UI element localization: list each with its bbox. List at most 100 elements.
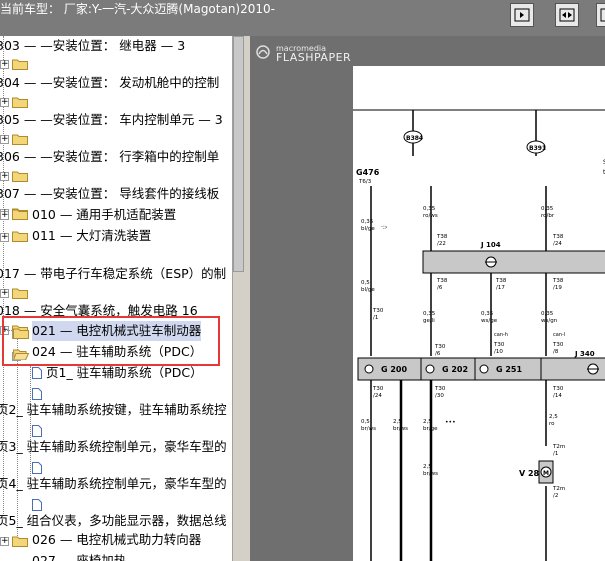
wire-color-label: ws/gn bbox=[541, 318, 558, 324]
pin-label: T30 bbox=[552, 342, 564, 348]
wire-size-label: 0,35 bbox=[423, 311, 436, 317]
wire-size-label: 2,5 bbox=[393, 419, 402, 425]
sensor-symbol bbox=[479, 364, 489, 374]
tree-item-label: 027 — 座椅加热 bbox=[32, 553, 127, 561]
tree-item-label: 页1_ 驻车辅助系统（PDC） bbox=[46, 365, 203, 380]
fit-width-button[interactable] bbox=[555, 3, 579, 27]
bus-label: can-h bbox=[494, 332, 508, 338]
highlight-annotation bbox=[2, 316, 220, 366]
wire-color-label: br/ge bbox=[423, 426, 438, 432]
tree-item[interactable]: 页4_ 驻车辅助系统控制单元，豪华车型的 bbox=[0, 474, 227, 494]
tree-item[interactable]: 页5_ 组合仪表，多功能显示器，数据总线 bbox=[0, 511, 227, 531]
pin-label: T38 bbox=[552, 234, 564, 240]
tree-item[interactable]: 304 — —安装位置： 发动机舱中的控制 bbox=[0, 73, 219, 93]
wire-color-label: ge/li bbox=[423, 318, 435, 324]
wire-color-label: ro/ws bbox=[423, 213, 438, 219]
expand-toggle[interactable]: + bbox=[0, 289, 9, 298]
expand-toggle[interactable]: + bbox=[0, 233, 9, 242]
fit-width-icon bbox=[559, 8, 575, 22]
tree-item-label: 026 — 电控机械式助力转向器 bbox=[32, 532, 202, 547]
wiring-diagram: B384 B391 G476 T6/3 0,35 bl/ge ·:› 0,5 b… bbox=[353, 109, 605, 561]
g476-label: G476 bbox=[356, 168, 380, 177]
page-icon bbox=[32, 499, 42, 511]
wire-size-label: 2,5 bbox=[423, 464, 432, 470]
g251-label: G 251 bbox=[496, 365, 522, 374]
pin-label: T30 bbox=[434, 344, 446, 350]
folder-icon bbox=[12, 170, 28, 182]
page-icon bbox=[32, 367, 42, 379]
tree-item-label: 303 — —安装位置： 继电器 — 3 bbox=[0, 38, 186, 53]
expand-toggle[interactable]: + bbox=[0, 537, 9, 546]
document-tree[interactable]: 303 — —安装位置： 继电器 — 3 + 304 — —安装位置： 发动机舱… bbox=[0, 36, 232, 561]
vehicle-title: 当前车型： 厂家:Y-一汽-大众迈腾(Magotan)2010- bbox=[0, 2, 275, 16]
expand-toggle[interactable]: + bbox=[0, 60, 9, 69]
tree-item-label: 307 — —安装位置： 导线套件的接线板 bbox=[0, 186, 220, 201]
scrollbar-thumb[interactable] bbox=[233, 36, 244, 272]
wire-color-label: ro/br bbox=[541, 213, 555, 219]
wire-color-label: ro bbox=[549, 421, 555, 427]
folder-icon bbox=[12, 58, 28, 70]
fit-height-button[interactable] bbox=[596, 3, 605, 27]
tree-item-label: 页3_ 驻车辅助系统控制单元，豪华车型的 bbox=[0, 439, 227, 454]
pin-label: /17 bbox=[496, 285, 505, 291]
pin-label: T30 bbox=[372, 386, 384, 392]
tree-item[interactable]: 307 — —安装位置： 导线套件的接线板 bbox=[0, 184, 219, 204]
page-icon bbox=[32, 462, 42, 474]
tree-item-label: 304 — —安装位置： 发动机舱中的控制 bbox=[0, 75, 220, 90]
page-icon bbox=[32, 425, 42, 437]
tree-item[interactable]: 011 — 大灯清洗装置 bbox=[32, 226, 151, 246]
j340-label: J 340 bbox=[574, 350, 595, 358]
tree-item[interactable]: 页3_ 驻车辅助系统控制单元，豪华车型的 bbox=[0, 437, 227, 457]
title-bar: 当前车型： 厂家:Y-一汽-大众迈腾(Magotan)2010- bbox=[0, 0, 605, 36]
tree-guide bbox=[17, 336, 18, 536]
wire-size-label: 2,5 bbox=[423, 419, 432, 425]
pin-label: T38 bbox=[495, 278, 507, 284]
tree-guide bbox=[30, 366, 31, 486]
tree-item[interactable]: 017 — 带电子行车稳定系统（ESP）的制 bbox=[0, 264, 226, 284]
pin-label: /24 bbox=[373, 393, 382, 399]
pin-label: T30 bbox=[434, 386, 446, 392]
tree-item[interactable]: 303 — —安装位置： 继电器 — 3 bbox=[0, 36, 185, 56]
tree-item-label: 305 — —安装位置： 车内控制单元 — 3 bbox=[0, 112, 223, 127]
pin-label: /14 bbox=[553, 393, 562, 399]
tree-item[interactable]: 026 — 电控机械式助力转向器 bbox=[32, 530, 201, 550]
tree-item[interactable]: 010 — 通用手机适配装置 bbox=[32, 205, 176, 225]
wire-size-label: 2,5 bbox=[549, 414, 558, 420]
sensor-symbol bbox=[425, 364, 435, 374]
g202-label: G 202 bbox=[442, 365, 468, 374]
pin-label: /30 bbox=[435, 393, 444, 399]
pin-label: T30 bbox=[493, 342, 505, 348]
ellipsis-mark: ••• bbox=[445, 419, 456, 426]
tree-item[interactable]: 027 — 座椅加热 bbox=[32, 551, 126, 561]
tree-item[interactable]: 页1_ 驻车辅助系统（PDC） bbox=[46, 363, 203, 383]
tree-item[interactable]: 页2_ 驻车辅助系统按键，驻车辅助系统控 bbox=[0, 400, 227, 420]
pin-label: /6 bbox=[437, 285, 443, 291]
wire-color-label: br/ws bbox=[361, 426, 376, 432]
wire-color-label: ws/ge bbox=[481, 318, 498, 324]
wire-color-label: bl/ge bbox=[361, 226, 375, 232]
fit-page-icon bbox=[514, 8, 530, 22]
expand-toggle[interactable]: + bbox=[0, 135, 9, 144]
expand-toggle[interactable]: + bbox=[0, 172, 9, 181]
tree-item[interactable]: 306 — —安装位置： 行李箱中的控制单 bbox=[0, 147, 219, 167]
wire-size-label: 0,35 bbox=[541, 311, 554, 317]
folder-icon bbox=[12, 133, 28, 145]
page-icon bbox=[32, 388, 42, 400]
tree-item-label: 010 — 通用手机适配装置 bbox=[32, 207, 177, 222]
document-page: B384 B391 G476 T6/3 0,35 bl/ge ·:› 0,5 b… bbox=[353, 66, 605, 561]
fit-page-button[interactable] bbox=[510, 3, 534, 27]
folder-icon bbox=[12, 535, 28, 547]
j104-module bbox=[422, 250, 605, 274]
tree-item-label: 页2_ 驻车辅助系统按键，驻车辅助系统控 bbox=[0, 402, 227, 417]
pin-label: /2 bbox=[553, 493, 558, 499]
macromedia-logo-icon bbox=[256, 44, 270, 59]
tree-item[interactable]: 305 — —安装位置： 车内控制单元 — 3 bbox=[0, 110, 223, 130]
expand-toggle[interactable]: + bbox=[0, 98, 9, 107]
expand-toggle[interactable]: + bbox=[0, 211, 9, 220]
pin-label: /6 bbox=[435, 351, 441, 357]
folder-icon bbox=[12, 287, 28, 299]
ellipsis-mark: ·:› bbox=[381, 224, 387, 231]
document-viewer[interactable]: macromedia FLASHPAPER B384 B391 G476 T6/… bbox=[250, 36, 605, 561]
wire-size-label: 0,5 bbox=[361, 419, 370, 425]
fit-height-icon bbox=[600, 8, 605, 22]
